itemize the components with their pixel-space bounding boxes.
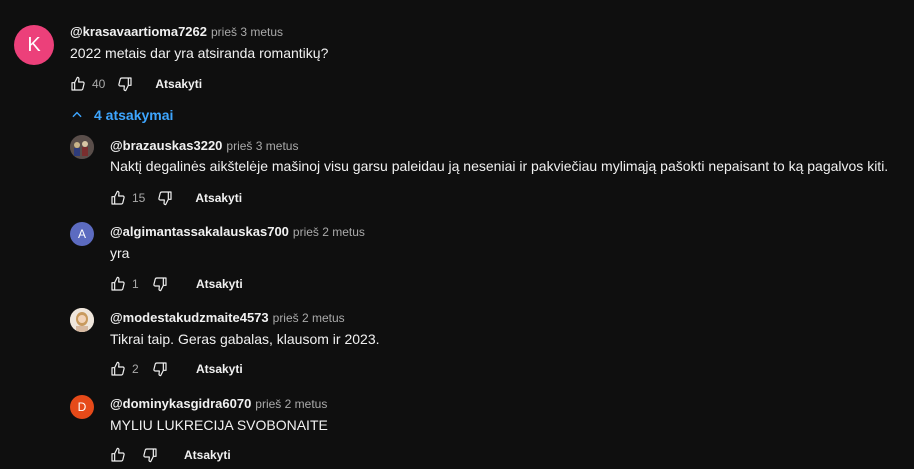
avatar[interactable] <box>70 135 94 159</box>
like-button[interactable] <box>106 272 130 296</box>
replies-toggle-label: 4 atsakymai <box>94 107 174 123</box>
replies-toggle[interactable]: 4 atsakymai <box>70 107 173 123</box>
comment-author[interactable]: @krasavaartioma7262 <box>70 24 207 39</box>
like-count: 1 <box>132 277 139 291</box>
comment-text: Tikrai taip. Geras gabalas, klausom ir 2… <box>110 331 380 347</box>
comment-author[interactable]: @algimantassakalauskas700 <box>110 224 289 239</box>
comment-actions: 1 Atsakyti <box>106 272 243 296</box>
like-count: 40 <box>92 77 106 91</box>
thumbs-up-icon <box>111 361 125 376</box>
comment-actions: Atsakyti <box>106 443 231 467</box>
comment-time[interactable]: prieš 2 metus <box>255 397 327 411</box>
avatar[interactable] <box>70 308 94 332</box>
dislike-button[interactable] <box>113 72 137 96</box>
comment-header: @algimantassakalauskas700 prieš 2 metus <box>110 223 365 241</box>
like-button[interactable] <box>106 357 130 381</box>
reply-button[interactable]: Atsakyti <box>184 448 231 462</box>
like-button[interactable] <box>106 186 130 210</box>
avatar[interactable]: K <box>14 25 54 65</box>
like-count: 2 <box>132 362 139 376</box>
avatar[interactable]: A <box>70 222 94 246</box>
thumbs-down-icon <box>153 362 167 377</box>
chevron-up-icon <box>72 111 82 118</box>
comment-header: @krasavaartioma7262 prieš 3 metus <box>70 23 283 41</box>
reply-button[interactable]: Atsakyti <box>195 191 242 205</box>
comment-text: Naktį degalinės aikštelėje mašinoj visu … <box>110 158 889 174</box>
comment-text: MYLIU LUKRECIJA SVOBONAITE <box>110 417 328 433</box>
like-count: 15 <box>132 191 146 205</box>
dislike-button[interactable] <box>148 272 172 296</box>
thumbs-up-icon <box>71 76 85 91</box>
avatar-letter: D <box>77 400 87 414</box>
thumbs-up-icon <box>111 190 125 205</box>
dislike-button[interactable] <box>138 443 162 467</box>
dislike-button[interactable] <box>153 186 177 210</box>
like-button[interactable] <box>66 72 90 96</box>
avatar[interactable]: D <box>70 395 94 419</box>
comment-header: @dominykasgidra6070 prieš 2 metus <box>110 395 327 413</box>
comment-time[interactable]: prieš 3 metus <box>226 139 298 153</box>
avatar-image-icon <box>70 308 94 332</box>
reply-button[interactable]: Atsakyti <box>196 362 243 376</box>
dislike-button[interactable] <box>148 357 172 381</box>
thumbs-down-icon <box>143 448 157 463</box>
comment-actions: 40 Atsakyti <box>66 72 202 96</box>
thumbs-down-icon <box>158 191 172 206</box>
thumbs-down-icon <box>118 77 132 92</box>
like-button[interactable] <box>106 443 130 467</box>
comment-author[interactable]: @dominykasgidra6070 <box>110 396 251 411</box>
reply-button[interactable]: Atsakyti <box>155 77 202 91</box>
comment-time[interactable]: prieš 3 metus <box>211 25 283 39</box>
comment-time[interactable]: prieš 2 metus <box>293 225 365 239</box>
thumbs-up-icon <box>111 276 125 291</box>
comment-author[interactable]: @brazauskas3220 <box>110 138 222 153</box>
comment-author[interactable]: @modestakudzmaite4573 <box>110 310 269 325</box>
comment-time[interactable]: prieš 2 metus <box>273 311 345 325</box>
thumbs-down-icon <box>153 277 167 292</box>
reply-button[interactable]: Atsakyti <box>196 277 243 291</box>
avatar-image-icon <box>70 135 94 159</box>
comment-actions: 15 Atsakyti <box>106 186 242 210</box>
thumbs-up-icon <box>111 447 125 462</box>
comment-actions: 2 Atsakyti <box>106 357 243 381</box>
avatar-letter: A <box>77 227 86 241</box>
comment-header: @brazauskas3220 prieš 3 metus <box>110 137 298 155</box>
comment-text: 2022 metais dar yra atsiranda romantikų? <box>70 45 329 61</box>
comment-text: yra <box>110 245 130 261</box>
avatar-letter: K <box>27 33 41 56</box>
comment-header: @modestakudzmaite4573 prieš 2 metus <box>110 309 345 327</box>
